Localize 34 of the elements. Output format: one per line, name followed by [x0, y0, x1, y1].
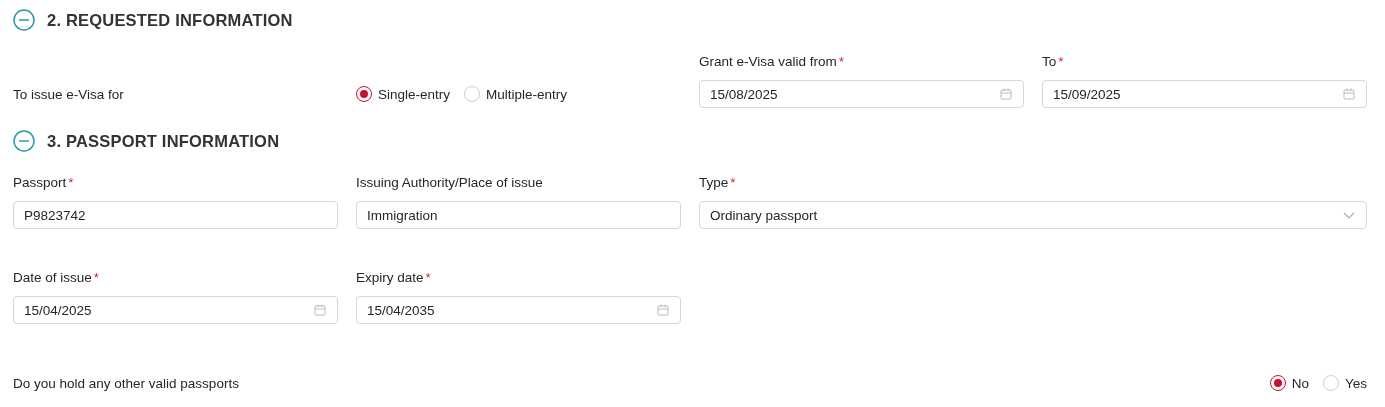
section-title: 2. REQUESTED INFORMATION [47, 10, 293, 30]
text-field[interactable]: Immigration [356, 201, 681, 229]
required-asterisk: * [730, 174, 736, 192]
collapse-icon[interactable] [13, 9, 35, 31]
required-asterisk: * [425, 269, 431, 287]
field-label: Expiry date [356, 269, 424, 287]
field-label: Passport [13, 174, 67, 192]
date-field[interactable]: 15/09/2025 [1042, 80, 1367, 108]
date-field[interactable]: 15/04/2035 [356, 296, 681, 324]
question-label: Do you hold any other valid passports [13, 375, 239, 391]
calendar-icon[interactable] [656, 303, 670, 317]
calendar-icon[interactable] [1342, 87, 1356, 101]
field-label: Issuing Authority/Place of issue [356, 174, 543, 192]
required-asterisk: * [838, 53, 845, 71]
required-asterisk: * [93, 269, 100, 287]
radio-option[interactable]: Single-entry [356, 86, 451, 102]
section-title: 3. PASSPORT INFORMATION [47, 131, 280, 151]
radio-option[interactable]: No [1269, 375, 1309, 391]
required-asterisk: * [1058, 53, 1064, 71]
radio-option[interactable]: Yes [1322, 375, 1367, 391]
select-field[interactable]: Ordinary passport [699, 201, 1367, 229]
calendar-icon[interactable] [999, 87, 1013, 101]
field-label: Grant e-Visa valid from [699, 53, 837, 71]
collapse-icon[interactable] [13, 130, 35, 152]
radio-option[interactable]: Multiple-entry [464, 86, 568, 102]
field-label: Date of issue [13, 269, 92, 287]
date-field[interactable]: 15/08/2025 [699, 80, 1024, 108]
text-field[interactable]: P9823742 [13, 201, 338, 229]
field-label: Type [699, 174, 729, 192]
question-label: To issue e-Visa for [13, 86, 125, 102]
calendar-icon[interactable] [313, 303, 327, 317]
required-asterisk: * [68, 174, 74, 192]
field-label: To [1042, 53, 1057, 71]
date-field[interactable]: 15/04/2025 [13, 296, 338, 324]
